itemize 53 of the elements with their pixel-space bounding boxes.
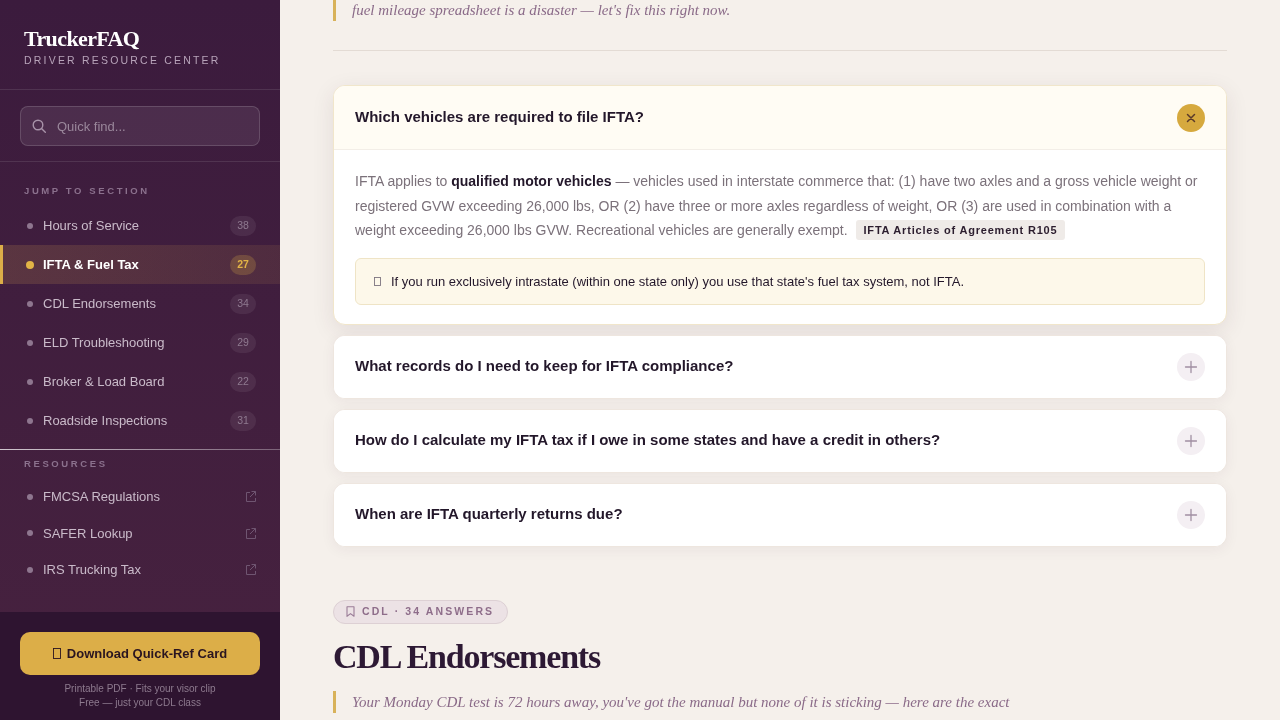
bullet-icon	[27, 493, 33, 500]
square-icon	[374, 276, 381, 286]
section-heading: RESOURCES	[24, 458, 108, 470]
note-text: If you run exclusively intrastate (within one state only) you use that state's fuel tax system, not IFTA.	[391, 272, 965, 291]
brand-tagline: DRIVER RESOURCE CENTER	[24, 53, 221, 67]
bullet-icon	[27, 378, 33, 385]
bullet-icon	[27, 566, 33, 573]
bullet-icon	[27, 339, 33, 346]
bullet-icon	[27, 417, 33, 424]
bullet-icon	[27, 300, 33, 307]
count-pill: 22	[230, 371, 256, 392]
bullet-icon	[27, 222, 33, 229]
download-button[interactable]: Download Quick-Ref Card	[20, 632, 260, 675]
footnote-text: Free — just your CDL class	[79, 696, 201, 710]
pull-quote: Your Monday CDL test is 72 hours away, you've got the manual but none of it is sticking — here are the exact	[333, 690, 1227, 713]
faq-question[interactable]: How do I calculate my IFTA tax if I owe in some states and have a credit in others?	[334, 409, 1226, 472]
nav-item[interactable]: CDL Endorsements 34	[0, 284, 280, 323]
nav-item[interactable]: Hours of Service 38	[0, 206, 280, 245]
resource-link[interactable]: SAFER Lookup	[0, 515, 280, 552]
resource-link[interactable]: FMCSA Regulations	[0, 478, 280, 515]
search-icon	[32, 119, 46, 133]
plus-icon	[1177, 426, 1205, 455]
bullet-icon	[27, 530, 33, 537]
section-title: CDL Endorsements	[333, 636, 600, 677]
brand-name: TruckerFAQ	[24, 26, 140, 52]
count-pill: 29	[230, 332, 256, 353]
bullet-icon	[26, 260, 34, 269]
external-link-icon	[245, 527, 256, 539]
plus-icon	[1177, 352, 1205, 381]
nav-item[interactable]: ELD Troubleshooting 29	[0, 323, 280, 362]
count-pill: 34	[230, 293, 256, 314]
resource-link[interactable]: IRS Trucking Tax	[0, 551, 280, 588]
nav-item[interactable]: Roadside Inspections 31	[0, 401, 280, 440]
close-icon	[1177, 103, 1205, 132]
external-link-icon	[245, 491, 256, 503]
faq-question[interactable]: When are IFTA quarterly returns due?	[334, 483, 1226, 546]
count-pill: 38	[230, 215, 256, 236]
nav-item[interactable]: IFTA & Fuel Tax 27	[0, 245, 280, 284]
reference-tag: IFTA Articles of Agreement R105	[855, 220, 1066, 240]
count-pill: 31	[230, 410, 256, 431]
nav-item[interactable]: Broker & Load Board 22	[0, 362, 280, 401]
external-link-icon	[245, 564, 256, 576]
faq-question[interactable]: What records do I need to keep for IFTA compliance?	[334, 335, 1226, 398]
pull-quote: fuel mileage spreadsheet is a disaster — let's fix this right now.	[333, 0, 1227, 21]
faq-question[interactable]: Which vehicles are required to file IFTA?	[334, 86, 1226, 150]
count-pill: 27	[230, 254, 256, 275]
answer-text: IFTA applies to qualified motor vehicles — vehicles used in interstate commerce that: (1) have two axles and a gross vehicle weight or registered GVW exceeding 26,000 lbs, OR (2) have three or more axles regardless of weight, OR (3) are used in combination with a weight exceeding 26,000 lbs GVW. Recreational vehicles are generally exempt. IFTA Articles of Agreement R105	[355, 172, 1199, 242]
square-icon	[52, 648, 61, 659]
plus-icon	[1177, 500, 1205, 529]
section-heading: JUMP TO SECTION	[24, 185, 150, 197]
bookmark-icon	[346, 606, 355, 617]
footnote-text: Printable PDF · Fits your visor clip	[64, 682, 216, 696]
section-tag-text: CDL · 34 ANSWERS	[362, 603, 495, 619]
